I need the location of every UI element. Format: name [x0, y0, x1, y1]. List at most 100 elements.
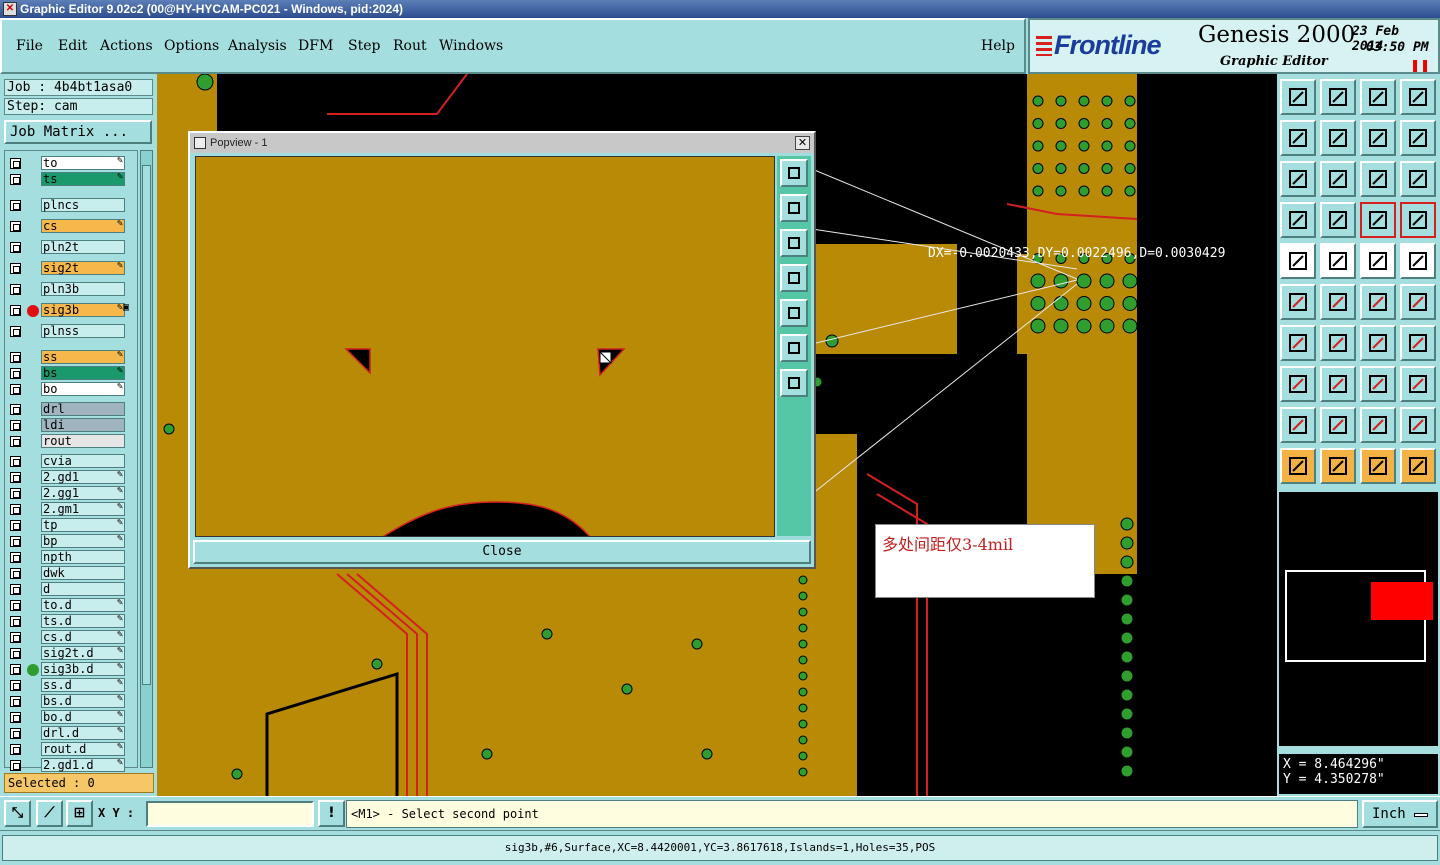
layer-checkbox[interactable] [10, 520, 21, 531]
menu-actions[interactable]: Actions [100, 38, 153, 54]
layer-name[interactable]: bp [41, 534, 125, 548]
layer-row-d[interactable]: d [5, 581, 139, 597]
layer-name[interactable]: 2.gd1 [41, 470, 125, 484]
layer-row-2-gd1[interactable]: 2.gd1 ✎ [5, 469, 139, 485]
layer-checkbox[interactable] [10, 174, 21, 185]
layer-row-bs-d[interactable]: bs.d ✎ [5, 693, 139, 709]
layer-row-bo[interactable]: bo ✎ [5, 381, 139, 397]
grouping-button[interactable] [1400, 366, 1436, 402]
layer-row-tp[interactable]: tp ✎ [5, 517, 139, 533]
slope-button[interactable] [1280, 325, 1316, 361]
menu-rout[interactable]: Rout [393, 38, 427, 54]
pointer-cursor-button[interactable] [1360, 448, 1396, 484]
popview-zoom-out-button[interactable] [780, 334, 808, 362]
layer-name[interactable]: cvia [41, 454, 125, 468]
popview-pan-right-button[interactable] [780, 299, 808, 327]
pause-icon[interactable]: ❚❚ [1410, 58, 1430, 72]
layer-view-a-button[interactable] [1360, 202, 1396, 238]
layer-row-to-d[interactable]: to.d ✎ [5, 597, 139, 613]
layer-row-rout-d[interactable]: rout.d ✎ [5, 741, 139, 757]
layer-checkbox[interactable] [10, 221, 21, 232]
zoom-page-button[interactable] [1360, 79, 1396, 115]
triangle-a-button[interactable] [1280, 407, 1316, 443]
layer-name[interactable]: pln2t [41, 240, 125, 254]
layer-row-pln3b[interactable]: pln3b [5, 281, 139, 297]
layer-checkbox[interactable] [10, 568, 21, 579]
layer-row-sig2t[interactable]: sig2t ✎ [5, 260, 139, 276]
layer-name[interactable]: cs.d [41, 630, 125, 644]
layer-checkbox[interactable] [10, 352, 21, 363]
layer-name[interactable]: npth [41, 550, 125, 564]
layer-checkbox[interactable] [10, 712, 21, 723]
layer-name[interactable]: drl.d [41, 726, 125, 740]
popview-pan-down-button[interactable] [780, 229, 808, 257]
triangle-c-button[interactable] [1360, 407, 1396, 443]
layer-name[interactable]: rout [41, 434, 125, 448]
probe-button[interactable] [1320, 202, 1356, 238]
layer-name[interactable]: to [41, 156, 125, 170]
layer-checkbox[interactable] [10, 472, 21, 483]
layer-checkbox[interactable] [10, 436, 21, 447]
layer-name[interactable]: bo [41, 382, 125, 396]
layer-row-bp[interactable]: bp ✎ [5, 533, 139, 549]
overview-minimap[interactable] [1279, 492, 1438, 746]
popview-zoom-in-button[interactable] [780, 369, 808, 397]
pan-right-button[interactable] [1320, 120, 1356, 156]
layer-row-to[interactable]: to ✎ [5, 155, 139, 171]
cross-button[interactable] [1320, 284, 1356, 320]
menu-options[interactable]: Options [164, 38, 219, 54]
layer-row-plncs[interactable]: plncs [5, 197, 139, 213]
layer-row-sig2t-d[interactable]: sig2t.d ✎ [5, 645, 139, 661]
pattern-fill-button[interactable] [1360, 243, 1396, 279]
edit-shape-button[interactable] [1320, 243, 1356, 279]
scale-ratio-button[interactable] [1360, 161, 1396, 197]
layer-checkbox[interactable] [10, 456, 21, 467]
pan-left-button[interactable] [1280, 120, 1316, 156]
layer-row-2-gd1-d[interactable]: 2.gd1.d ✎ [5, 757, 139, 773]
layer-row-pln2t[interactable]: pln2t [5, 239, 139, 255]
layer-name[interactable]: tp [41, 518, 125, 532]
snap-icon[interactable]: ⤡ [4, 800, 31, 827]
layer-checkbox[interactable] [10, 616, 21, 627]
popview-pan-up-button[interactable] [780, 194, 808, 222]
layer-name[interactable]: d [41, 582, 125, 596]
layer-name[interactable]: bs.d [41, 694, 125, 708]
layer-checkbox[interactable] [10, 368, 21, 379]
path-button[interactable] [1400, 448, 1436, 484]
layer-checkbox[interactable] [10, 200, 21, 211]
layer-row-ss-d[interactable]: ss.d ✎ [5, 677, 139, 693]
layer-checkbox[interactable] [10, 728, 21, 739]
rotate-button[interactable] [1400, 284, 1436, 320]
pointer-box-button[interactable] [1320, 448, 1356, 484]
fit-center-button[interactable] [1320, 161, 1356, 197]
layer-name[interactable]: bo.d [41, 710, 125, 724]
layer-name[interactable]: bs [41, 366, 125, 380]
layer-checkbox[interactable] [10, 664, 21, 675]
layer-scrollbar[interactable] [140, 150, 153, 768]
feature-flag-button[interactable] [1400, 325, 1436, 361]
popview-zoom-area-button[interactable] [780, 159, 808, 187]
layer-row-npth[interactable]: npth [5, 549, 139, 565]
layer-row-drl-d[interactable]: drl.d ✎ [5, 725, 139, 741]
menu-file[interactable]: File [16, 38, 43, 54]
help-button[interactable] [1400, 161, 1436, 197]
zoom-one-button[interactable] [1360, 120, 1396, 156]
layer-view-b-button[interactable] [1400, 202, 1436, 238]
move-button[interactable] [1360, 284, 1396, 320]
layer-name[interactable]: rout.d [41, 742, 125, 756]
layer-checkbox[interactable] [10, 305, 21, 316]
layer-checkbox[interactable] [10, 158, 21, 169]
layer-row-ldi[interactable]: ldi [5, 417, 139, 433]
popview-canvas[interactable] [195, 156, 775, 537]
xy-input[interactable] [146, 801, 314, 827]
triangle-d-button[interactable] [1400, 407, 1436, 443]
layer-checkbox[interactable] [10, 504, 21, 515]
layer-name[interactable]: ts.d [41, 614, 125, 628]
zoom-window-button[interactable] [1400, 79, 1436, 115]
layer-name[interactable]: pln3b [41, 282, 125, 296]
zoom-back-button[interactable] [1400, 120, 1436, 156]
layer-checkbox[interactable] [10, 584, 21, 595]
layer-row-ts-d[interactable]: ts.d ✎ [5, 613, 139, 629]
layer-row-rout[interactable]: rout [5, 433, 139, 449]
menu-dfm[interactable]: DFM [298, 38, 333, 54]
